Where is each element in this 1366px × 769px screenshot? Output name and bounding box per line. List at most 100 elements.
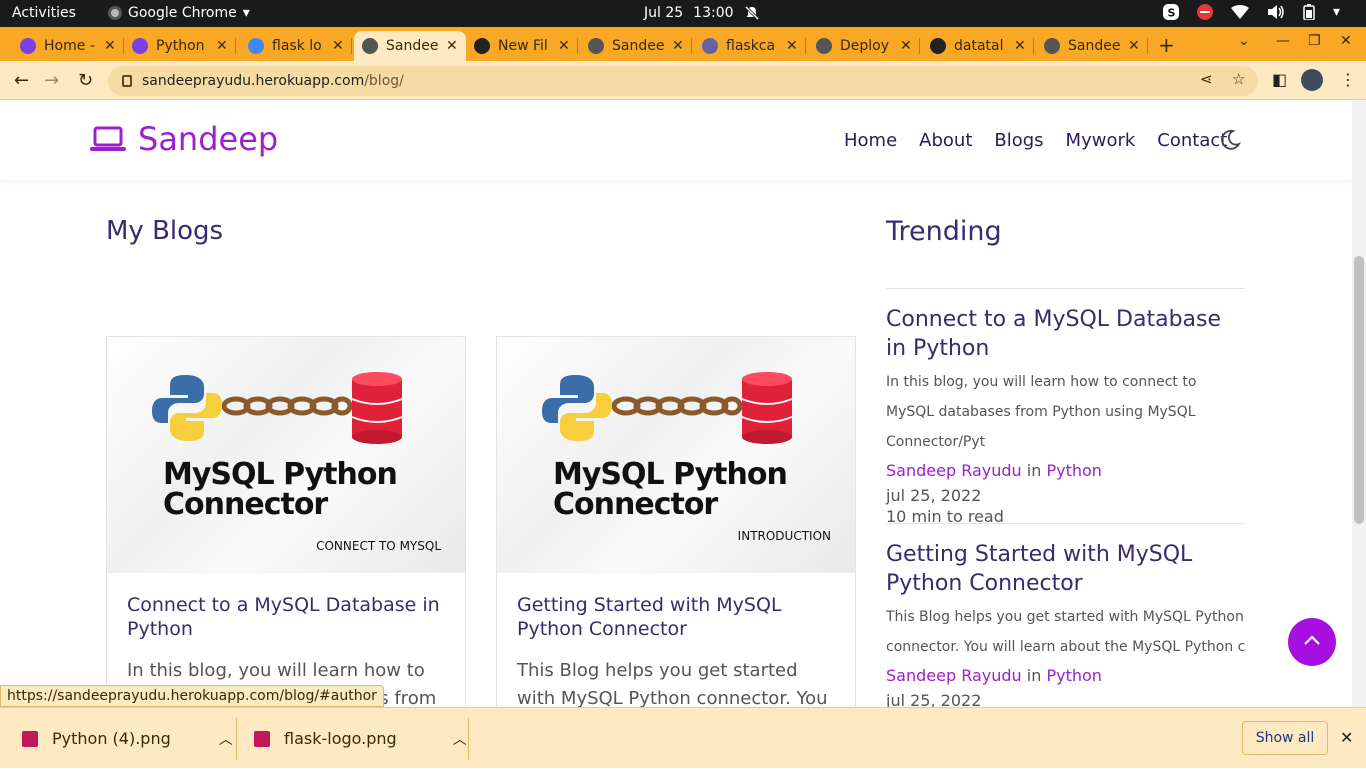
close-tab-icon[interactable]: ✕ bbox=[786, 38, 798, 54]
download-shelf: Python (4).png ︿ flask-logo.png ︿ Show a… bbox=[0, 707, 1366, 768]
moon-icon[interactable] bbox=[1219, 129, 1241, 151]
close-tab-icon[interactable]: ✕ bbox=[446, 38, 458, 54]
menu-kebab-icon[interactable]: ⋮ bbox=[1340, 70, 1356, 89]
do-not-disturb-icon[interactable] bbox=[1196, 4, 1213, 20]
chevron-down-icon: ▾ bbox=[242, 5, 250, 21]
skype-icon[interactable]: S bbox=[1162, 4, 1179, 20]
tab-3[interactable]: flask lo ✕ bbox=[240, 31, 352, 61]
download-item[interactable]: flask-logo.png ︿ bbox=[254, 708, 467, 769]
close-tab-icon[interactable]: ✕ bbox=[1014, 38, 1026, 54]
page-scrollbar[interactable] bbox=[1352, 100, 1366, 707]
site-menu: Home About Blogs Mywork Contact bbox=[844, 130, 1227, 151]
reload-button[interactable]: ↻ bbox=[78, 70, 93, 91]
blog-card-title[interactable]: Connect to a MySQL Database in Python bbox=[127, 593, 447, 641]
nav-contact[interactable]: Contact bbox=[1157, 130, 1227, 151]
tab-10[interactable]: Sandee ✕ bbox=[1036, 31, 1148, 61]
show-all-downloads-button[interactable]: Show all bbox=[1242, 721, 1328, 755]
blog-card-image[interactable]: MySQL Python Connector INTRODUCTION bbox=[497, 337, 855, 573]
maximize-button[interactable]: ❐ bbox=[1308, 33, 1321, 49]
nav-about[interactable]: About bbox=[919, 130, 972, 151]
blog-card[interactable]: MySQL Python Connector INTRODUCTION Gett… bbox=[496, 336, 856, 707]
close-window-button[interactable]: ✕ bbox=[1340, 33, 1352, 49]
close-tab-icon[interactable]: ✕ bbox=[332, 38, 344, 54]
blog-card[interactable]: MySQL Python Connector CONNECT TO MYSQL … bbox=[106, 336, 466, 707]
blog-card-title[interactable]: Getting Started with MySQL Python Connec… bbox=[517, 593, 837, 641]
database-icon bbox=[741, 372, 793, 444]
volume-icon[interactable] bbox=[1267, 4, 1285, 20]
site-brand[interactable]: Sandeep bbox=[90, 120, 278, 158]
tab-separator bbox=[1033, 38, 1034, 54]
tab-separator bbox=[1147, 38, 1148, 54]
python-logo-icon bbox=[542, 375, 612, 441]
globe-icon bbox=[1044, 38, 1060, 54]
category-link[interactable]: Python bbox=[1046, 461, 1101, 480]
download-item[interactable]: Python (4).png ︿ bbox=[22, 708, 233, 769]
google-icon bbox=[248, 38, 264, 54]
tab-5[interactable]: New Fil ✕ bbox=[466, 31, 578, 61]
close-tab-icon[interactable]: ✕ bbox=[104, 38, 116, 54]
clock-time: 13:00 bbox=[693, 5, 734, 21]
close-tab-icon[interactable]: ✕ bbox=[558, 38, 570, 54]
divider bbox=[236, 718, 237, 760]
tab-4[interactable]: Sandee ✕ bbox=[354, 31, 466, 61]
download-filename: Python (4).png bbox=[52, 729, 171, 748]
battery-icon[interactable] bbox=[1303, 4, 1315, 20]
trending-heading: Trending bbox=[886, 216, 1002, 247]
tab-9[interactable]: datatal ✕ bbox=[922, 31, 1034, 61]
tab-2[interactable]: Python ✕ bbox=[124, 31, 236, 61]
author-link[interactable]: Sandeep Rayudu bbox=[886, 666, 1022, 685]
tab-title: Sandee bbox=[612, 38, 664, 54]
address-bar[interactable]: sandeeprayudu.herokuapp.com/blog/ bbox=[108, 66, 1258, 96]
minimize-button[interactable]: — bbox=[1276, 33, 1290, 49]
system-tray[interactable]: S ▾ bbox=[1162, 4, 1340, 20]
site-navbar: Sandeep Home About Blogs Mywork Contact bbox=[0, 100, 1352, 180]
close-tab-icon[interactable]: ✕ bbox=[1128, 38, 1140, 54]
chevron-down-icon[interactable]: ▾ bbox=[1333, 4, 1340, 20]
blog-card-image[interactable]: MySQL Python Connector CONNECT TO MYSQL bbox=[107, 337, 465, 573]
activities-button[interactable]: Activities bbox=[12, 5, 76, 21]
divider bbox=[468, 718, 469, 760]
blogs-heading: My Blogs bbox=[106, 216, 224, 246]
trending-item-date: jul 25, 2022 bbox=[886, 486, 982, 505]
close-tab-icon[interactable]: ✕ bbox=[900, 38, 912, 54]
wifi-icon[interactable] bbox=[1230, 4, 1249, 20]
browser-toolbar: ← → ↻ sandeeprayudu.herokuapp.com/blog/ … bbox=[0, 61, 1366, 100]
clock[interactable]: Jul 25 13:00 bbox=[644, 5, 760, 21]
globe-icon bbox=[362, 38, 378, 54]
forward-button[interactable]: → bbox=[44, 70, 59, 91]
tab-7[interactable]: flaskca ✕ bbox=[694, 31, 806, 61]
nav-home[interactable]: Home bbox=[844, 130, 897, 151]
tab-search-button[interactable]: ⌄ bbox=[1238, 33, 1250, 49]
chevron-up-icon[interactable]: ︿ bbox=[219, 729, 233, 749]
chevron-up-icon bbox=[1304, 635, 1320, 645]
nav-blogs[interactable]: Blogs bbox=[994, 130, 1043, 151]
meta-in: in bbox=[1026, 461, 1042, 480]
category-link[interactable]: Python bbox=[1046, 666, 1101, 685]
trending-item-title[interactable]: Connect to a MySQL Database in Python bbox=[886, 305, 1246, 363]
tab-6[interactable]: Sandee ✕ bbox=[580, 31, 692, 61]
close-tab-icon[interactable]: ✕ bbox=[216, 38, 228, 54]
bookmark-star-icon[interactable]: ☆ bbox=[1232, 70, 1245, 88]
profile-avatar[interactable] bbox=[1301, 69, 1323, 91]
app-menu[interactable]: Google Chrome ▾ bbox=[108, 5, 250, 21]
tab-title: flaskca bbox=[726, 38, 776, 54]
trending-item-title[interactable]: Getting Started with MySQL Python Connec… bbox=[886, 540, 1246, 598]
author-link[interactable]: Sandeep Rayudu bbox=[886, 461, 1022, 480]
scrollbar-thumb[interactable] bbox=[1354, 256, 1364, 524]
tab-8[interactable]: Deploy ✕ bbox=[808, 31, 920, 61]
new-tab-button[interactable]: + bbox=[1158, 33, 1175, 57]
lock-icon[interactable] bbox=[122, 75, 132, 87]
close-shelf-button[interactable]: ✕ bbox=[1340, 728, 1353, 747]
share-icon[interactable]: ⋖ bbox=[1200, 70, 1213, 88]
nav-mywork[interactable]: Mywork bbox=[1066, 130, 1136, 151]
back-button[interactable]: ← bbox=[14, 70, 29, 91]
github-icon bbox=[474, 38, 490, 54]
scroll-to-top-button[interactable] bbox=[1288, 618, 1336, 666]
tab-1[interactable]: Home - ✕ bbox=[12, 31, 124, 61]
web-page: Sandeep Home About Blogs Mywork Contact … bbox=[0, 100, 1352, 707]
thumb-title-line2: Connector bbox=[553, 487, 718, 522]
tab-title: flask lo bbox=[272, 38, 322, 54]
side-panel-icon[interactable]: ◧ bbox=[1272, 70, 1287, 89]
close-tab-icon[interactable]: ✕ bbox=[672, 38, 684, 54]
chevron-up-icon[interactable]: ︿ bbox=[453, 729, 467, 749]
